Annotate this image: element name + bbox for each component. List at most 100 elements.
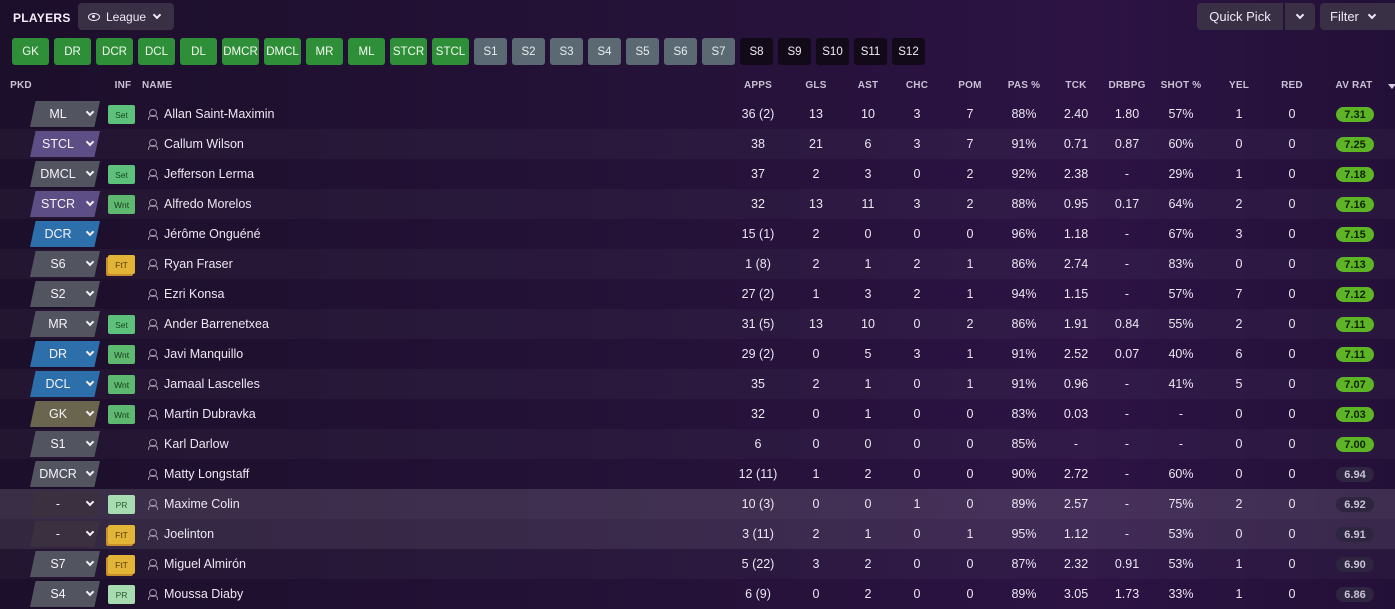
table-row[interactable]: GK Wnt Martin Dubravka 32 0 1 0 0 83% 0.03 - - 0 0 7.0…: [0, 399, 1395, 429]
player-name-link[interactable]: Karl Darlow: [164, 437, 229, 451]
column-header-tck[interactable]: TCK: [1065, 80, 1086, 91]
column-header-av-rat[interactable]: AV RAT: [1336, 80, 1373, 91]
player-name-link[interactable]: Martin Dubravka: [164, 407, 256, 421]
column-header-inf[interactable]: INF: [115, 80, 132, 91]
table-row[interactable]: S7 FtT Miguel Almirón 5 (22) 3 2 0 0 87% 2.32 0.91…: [0, 549, 1395, 579]
position-selector[interactable]: DCL: [30, 371, 100, 397]
position-selector[interactable]: -: [30, 521, 100, 547]
position-selector[interactable]: MR: [30, 311, 100, 337]
column-header-red[interactable]: RED: [1281, 80, 1303, 91]
table-row[interactable]: DMCL Set Jefferson Lerma 37 2 3 0 2 92% 2.38 - 29% 1…: [0, 159, 1395, 189]
filter-button[interactable]: Filter: [1320, 3, 1395, 30]
player-name-link[interactable]: Alfredo Morelos: [164, 197, 252, 211]
position-chip-dl[interactable]: DL: [180, 38, 217, 65]
position-selector[interactable]: STCR: [30, 191, 100, 217]
info-badge[interactable]: Wnt: [108, 375, 135, 394]
player-name-link[interactable]: Javi Manquillo: [164, 347, 243, 361]
info-badge[interactable]: FtT: [108, 525, 135, 544]
position-selector[interactable]: DR: [30, 341, 100, 367]
column-header-ast[interactable]: AST: [858, 80, 879, 91]
position-chip-stcr[interactable]: STCR: [390, 38, 427, 65]
player-name-link[interactable]: Callum Wilson: [164, 137, 244, 151]
info-badge[interactable]: Set: [108, 315, 135, 334]
position-chip-dmcr[interactable]: DMCR: [222, 38, 259, 65]
player-name-link[interactable]: Moussa Diaby: [164, 587, 243, 601]
player-name-link[interactable]: Joelinton: [164, 527, 214, 541]
position-selector[interactable]: GK: [30, 401, 100, 427]
position-chip-dmcl[interactable]: DMCL: [264, 38, 301, 65]
position-chip-ml[interactable]: ML: [348, 38, 385, 65]
player-name-link[interactable]: Allan Saint-Maximin: [164, 107, 274, 121]
view-selector-button[interactable]: League: [78, 3, 174, 30]
position-selector[interactable]: S7: [30, 551, 100, 577]
position-selector[interactable]: DMCR: [30, 461, 100, 487]
position-chip-s5[interactable]: S5: [626, 38, 659, 65]
position-selector[interactable]: S4: [30, 581, 100, 607]
position-chip-s12[interactable]: S12: [892, 38, 925, 65]
position-chip-s4[interactable]: S4: [588, 38, 621, 65]
column-header-yel[interactable]: YEL: [1229, 80, 1249, 91]
column-header-pom[interactable]: POM: [958, 80, 981, 91]
position-selector[interactable]: S1: [30, 431, 100, 457]
table-row[interactable]: S6 FtT Ryan Fraser 1 (8) 2 1 2 1 86% 2.74 - 83% 0 0 7.…: [0, 249, 1395, 279]
info-badge[interactable]: Set: [108, 165, 135, 184]
info-badge[interactable]: PR: [108, 585, 135, 604]
position-chip-dr[interactable]: DR: [54, 38, 91, 65]
player-name-link[interactable]: Jefferson Lerma: [164, 167, 254, 181]
position-chip-s6[interactable]: S6: [664, 38, 697, 65]
table-row[interactable]: S1 Karl Darlow 6 0 0 0 0 85% - - - 0 0 7.00: [0, 429, 1395, 459]
table-row[interactable]: S4 PR Moussa Diaby 6 (9) 0 2 0 0 89% 3.05 1.73 33% 1…: [0, 579, 1395, 609]
column-header-name[interactable]: NAME: [142, 80, 172, 91]
position-chip-dcr[interactable]: DCR: [96, 38, 133, 65]
column-header-pas[interactable]: PAS %: [1008, 80, 1041, 91]
position-chip-s7[interactable]: S7: [702, 38, 735, 65]
table-row[interactable]: DMCR Matty Longstaff 12 (11) 1 2 0 0 90% 2.72 - 60…: [0, 459, 1395, 489]
column-header-gls[interactable]: GLS: [805, 80, 826, 91]
table-row[interactable]: S2 Ezri Konsa 27 (2) 1 3 2 1 94% 1.15 - 57% 7 0 7.12: [0, 279, 1395, 309]
table-row[interactable]: - FtT Joelinton 3 (11) 2 1 0 1 95% 1.12 - 53% 0 0 6.91: [0, 519, 1395, 549]
player-name-link[interactable]: Matty Longstaff: [164, 467, 249, 481]
player-name-link[interactable]: Jamaal Lascelles: [164, 377, 260, 391]
position-chip-s9[interactable]: S9: [778, 38, 811, 65]
info-badge[interactable]: Set: [108, 105, 135, 124]
position-chip-s1[interactable]: S1: [474, 38, 507, 65]
player-name-link[interactable]: Ryan Fraser: [164, 257, 233, 271]
position-chip-s2[interactable]: S2: [512, 38, 545, 65]
position-chip-mr[interactable]: MR: [306, 38, 343, 65]
position-selector[interactable]: STCL: [30, 131, 100, 157]
column-header-drbpg[interactable]: DRBPG: [1108, 80, 1145, 91]
table-row[interactable]: - PR Maxime Colin 10 (3) 0 0 1 0 89% 2.57 - 75% 2 0 6.…: [0, 489, 1395, 519]
position-selector[interactable]: ML: [30, 101, 100, 127]
position-selector[interactable]: DMCL: [30, 161, 100, 187]
position-chip-gk[interactable]: GK: [12, 38, 49, 65]
position-chip-s10[interactable]: S10: [816, 38, 849, 65]
info-badge[interactable]: FtT: [108, 555, 135, 574]
position-selector[interactable]: S2: [30, 281, 100, 307]
quick-pick-button[interactable]: Quick Pick: [1197, 3, 1283, 30]
player-name-link[interactable]: Ander Barrenetxea: [164, 317, 269, 331]
table-row[interactable]: ML Set Allan Saint-Maximin 36 (2) 13 10 3 7 88% 2…: [0, 99, 1395, 129]
position-chip-dcl[interactable]: DCL: [138, 38, 175, 65]
position-chip-s8[interactable]: S8: [740, 38, 773, 65]
table-row[interactable]: STCR Wnt Alfredo Morelos 32 13 11 3 2 88% 0.95 0.1…: [0, 189, 1395, 219]
table-row[interactable]: DCL Wnt Jamaal Lascelles 35 2 1 0 1 91% 0.96 - 41% 5…: [0, 369, 1395, 399]
column-header-pkd[interactable]: PKD: [10, 80, 32, 91]
table-row[interactable]: DCR Jérôme Onguéné 15 (1) 2 0 0 0 96% 1.18 - 67% 3 0…: [0, 219, 1395, 249]
player-name-link[interactable]: Ezri Konsa: [164, 287, 224, 301]
player-name-link[interactable]: Miguel Almirón: [164, 557, 246, 571]
player-name-link[interactable]: Maxime Colin: [164, 497, 240, 511]
info-badge[interactable]: PR: [108, 495, 135, 514]
info-badge[interactable]: Wnt: [108, 345, 135, 364]
position-chip-s3[interactable]: S3: [550, 38, 583, 65]
position-selector[interactable]: -: [30, 491, 100, 517]
table-row[interactable]: MR Set Ander Barrenetxea 31 (5) 13 10 0 2 86% 1.9…: [0, 309, 1395, 339]
column-header-apps[interactable]: APPS: [744, 80, 772, 91]
quick-pick-dropdown[interactable]: [1285, 3, 1315, 30]
position-chip-stcl[interactable]: STCL: [432, 38, 469, 65]
table-row[interactable]: DR Wnt Javi Manquillo 29 (2) 0 5 3 1 91% 2.52 0.07…: [0, 339, 1395, 369]
player-name-link[interactable]: Jérôme Onguéné: [164, 227, 261, 241]
info-badge[interactable]: Wnt: [108, 405, 135, 424]
table-row[interactable]: STCL Callum Wilson 38 21 6 3 7 91% 0.71 0.87 60% 0 0…: [0, 129, 1395, 159]
position-chip-s11[interactable]: S11: [854, 38, 887, 65]
info-badge[interactable]: Wnt: [108, 195, 135, 214]
